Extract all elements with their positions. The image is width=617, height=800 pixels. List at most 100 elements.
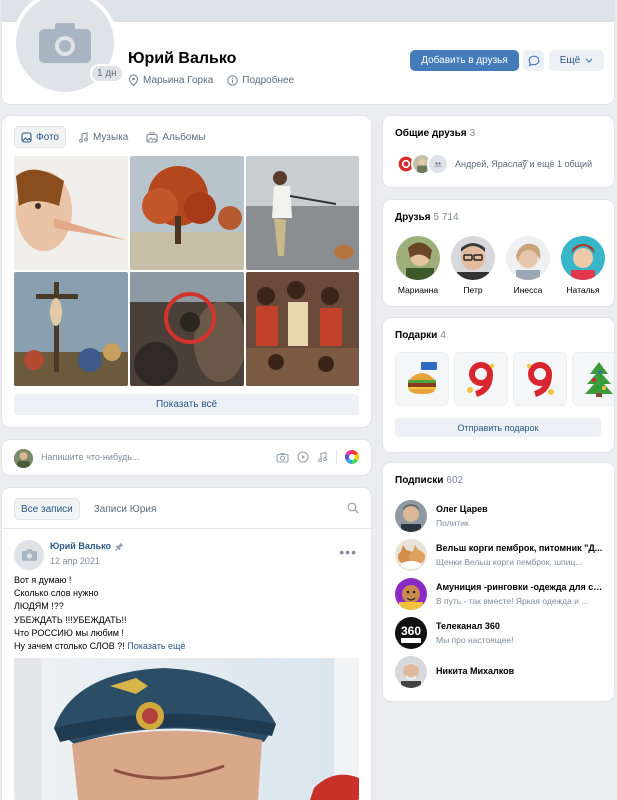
post-author-avatar[interactable] [14,540,44,570]
subscription-item[interactable]: Вельш корги пемброк, питомник "Д... Щенк… [395,539,605,571]
send-gift-button[interactable]: Отправить подарок [395,418,601,437]
friend-name: Марианна [397,285,439,295]
subscriptions-block: Подписки 602 Олег Царев Политик Вельш кор… [383,463,614,701]
tab-own-posts[interactable]: Записи Юрия [88,498,163,520]
photo-thumbnail[interactable] [246,272,359,386]
subscriptions-title-text: Подписки [395,475,444,486]
subscription-name: Телеканал 360 [436,621,500,631]
subscription-item[interactable]: Олег Царев Политик [395,500,605,532]
gift-item[interactable] [454,352,508,406]
mutual-friends-title-text: Общие друзья [395,128,467,139]
post-text: Вот я думаю ! Сколько слов нужно ЛЮДЯМ !… [14,574,354,653]
avatar [396,236,440,280]
friend-item[interactable]: Инесса [505,236,551,295]
mutual-friends-row: Андрей, Ярасла͡ў и ещё 1 общий [395,153,592,175]
photo-thumbnail[interactable] [246,156,359,270]
gifts-title-text: Подарки [395,330,438,341]
wall-block: Все записи Записи Юрия Юрий Валько 12 ап… [2,488,371,800]
tab-albums[interactable]: Альбомы [140,126,211,148]
profile-name: Юрий Валько [128,50,237,67]
search-icon[interactable] [347,502,359,514]
post-line: ЛЮДЯМ !?? [14,601,64,612]
tab-music[interactable]: Музыка [72,126,134,148]
profile-header: 1 дн Юрий Валько Марьина Горка Подробнее… [2,0,614,104]
add-friend-button[interactable]: Добавить в друзья [410,50,519,71]
subscription-desc: Мы про настоящее! [436,635,514,645]
friends-count: 5 714 [433,212,459,223]
message-button[interactable] [523,50,544,71]
friends-list: Марианна Петр Инесса Наталья [395,236,606,295]
subscription-item[interactable]: 360 Телеканал 360 Мы про настоящее! [395,617,605,649]
post-composer: Напишите что-нибудь... [2,440,371,475]
mutual-friends-title: Общие друзья 3 [395,128,475,139]
friend-item[interactable]: Петр [450,236,496,295]
avatar[interactable] [427,153,449,175]
friends-block: Друзья 5 714 Марианна Петр Инесса Наталья [383,200,614,306]
info-icon [227,74,238,86]
gift-item[interactable] [572,352,614,406]
tab-photos[interactable]: Фото [14,126,66,148]
photo-grid [14,156,359,386]
profile-details-link[interactable]: Подробнее [242,75,294,86]
subscription-name: Амуниция -ринговки -одежда для со... [436,582,606,592]
subscriptions-title[interactable]: Подписки 602 [395,475,463,486]
subscription-desc: Щенки Вельш корги пемброк, шпиц... [436,557,583,567]
friend-item[interactable]: Наталья [560,236,606,295]
channel-logo-text: 360 [401,624,421,638]
tab-albums-label: Альбомы [162,131,206,143]
mutual-friends-block[interactable]: Общие друзья 3 Андрей, Ярасла͡ў и ещё 1 о… [383,116,614,187]
avatar [395,539,427,571]
gifts-count: 4 [440,330,446,341]
photo-thumbnail[interactable] [14,156,128,270]
post-line: Сколько слов нужно [14,588,99,599]
gift-item[interactable] [513,352,567,406]
burger-gift-icon [408,362,437,394]
camera-icon [21,549,37,561]
profile-location[interactable]: Марьина Горка [143,75,213,86]
music-note-icon [79,131,88,143]
camera-icon [39,23,91,63]
more-button[interactable]: Ещё [549,50,604,71]
avatar [451,236,495,280]
photo-thumbnail[interactable] [130,272,244,386]
number-nine-gift-icon [467,362,494,397]
post-menu-button[interactable]: ••• [339,544,357,560]
show-more-link[interactable]: Показать ещё [127,641,185,651]
gifts-list [395,352,614,406]
tab-all-posts[interactable]: Все записи [14,498,80,520]
post-line: Что РОССИЮ мы любим ! [14,627,124,638]
tab-photos-label: Фото [36,131,59,143]
subscription-name: Вельш корги пемброк, питомник "Д... [436,543,603,553]
more-label: Ещё [559,55,581,66]
post-date[interactable]: 12 апр 2021 [50,556,100,566]
subscription-desc: Политик [436,518,469,528]
photo-thumbnail[interactable] [130,156,244,270]
camera-icon[interactable] [276,452,289,463]
post-image[interactable] [14,658,359,800]
photo-thumbnail[interactable] [14,272,128,386]
avatar: 360 [395,617,427,649]
subscription-desc: В путь - так вместе! Яркая одежда и ... [436,596,589,606]
avatar [506,236,550,280]
avatar [395,656,427,688]
post-line-text: Ну зачем столько СЛОВ ?! [14,641,125,652]
friend-item[interactable]: Марианна [395,236,441,295]
mutual-friends-count: 3 [469,128,476,139]
profile-meta: Марьина Горка Подробнее [128,74,294,86]
video-play-icon[interactable] [297,451,309,463]
composer-input[interactable]: Напишите что-нибудь... [41,452,140,462]
show-all-photos-button[interactable]: Показать всё [14,394,359,415]
composer-actions [276,450,359,464]
friends-title[interactable]: Друзья 5 714 [395,212,459,223]
subscription-item[interactable]: Никита Михалков [395,656,605,688]
post-author[interactable]: Юрий Валько [50,541,124,551]
number-nine-gift-icon [527,362,554,397]
music-note-icon[interactable] [317,451,328,463]
gift-item[interactable] [395,352,449,406]
subscription-item[interactable]: Амуниция -ринговки -одежда для со... В п… [395,578,606,610]
gifts-title[interactable]: Подарки 4 [395,330,446,341]
color-theme-icon[interactable] [345,450,359,464]
pin-icon [114,542,124,551]
media-tabs: Фото Музыка Альбомы [14,126,211,148]
location-pin-icon [128,74,139,86]
